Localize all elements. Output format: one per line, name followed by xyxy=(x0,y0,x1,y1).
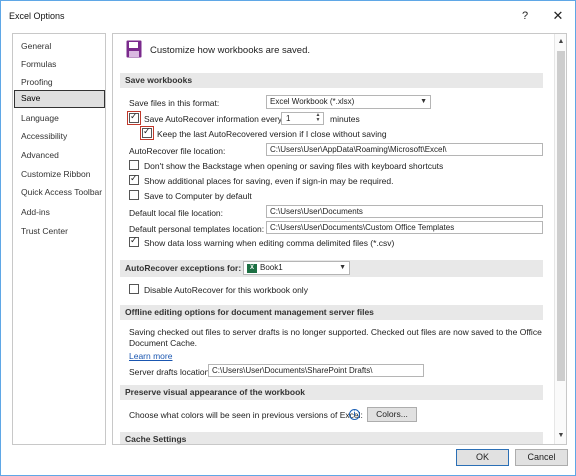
help-button[interactable]: ? xyxy=(515,7,535,25)
additional-places-checkbox[interactable]: ✓ xyxy=(129,173,139,185)
learn-more-link[interactable]: Learn more xyxy=(129,351,172,361)
title-bar: Excel Options ? ✕ xyxy=(1,1,575,31)
sidebar-item-save[interactable]: Save xyxy=(14,90,105,108)
sidebar-item-customize-ribbon[interactable]: Customize Ribbon xyxy=(13,165,105,183)
save-to-computer-checkbox[interactable] xyxy=(129,190,139,200)
keep-last-checkbox[interactable]: ✓ xyxy=(142,126,152,138)
autorecover-minutes-value: 1 xyxy=(286,114,291,123)
page-header: Customize how workbooks are saved. xyxy=(150,45,310,56)
backstage-label: Don't show the Backstage when opening or… xyxy=(144,161,444,171)
options-sidebar: General Formulas Proofing Save Language … xyxy=(12,33,106,445)
dialog-title: Excel Options xyxy=(9,11,65,21)
backstage-checkbox[interactable] xyxy=(129,160,139,170)
sidebar-item-general[interactable]: General xyxy=(13,37,105,55)
save-to-computer-label: Save to Computer by default xyxy=(144,191,252,201)
minutes-label: minutes xyxy=(330,114,360,124)
scrollbar-thumb[interactable] xyxy=(557,51,565,381)
section-offline-editing: Offline editing options for document man… xyxy=(120,305,543,320)
colors-button[interactable]: Colors... xyxy=(367,407,417,422)
spinner-arrows-icon[interactable]: ▲ ▼ xyxy=(314,113,322,124)
sidebar-item-proofing[interactable]: Proofing xyxy=(13,73,105,91)
checkmark-icon: ✓ xyxy=(130,173,138,183)
sidebar-item-accessibility[interactable]: Accessibility xyxy=(13,127,105,145)
checkmark-icon: ✓ xyxy=(130,235,138,245)
additional-places-label: Show additional places for saving, even … xyxy=(144,176,394,186)
autorecover-checkbox[interactable]: ✓ xyxy=(129,111,139,123)
colors-description-label: Choose what colors will be seen in previ… xyxy=(129,410,363,420)
scroll-down-arrow-icon[interactable]: ▼ xyxy=(556,431,566,441)
autorecover-minutes-spinner[interactable]: 1 ▲ ▼ xyxy=(281,112,324,125)
checkmark-icon: ✓ xyxy=(130,111,138,121)
workbook-select[interactable]: X Book1 ▼ xyxy=(243,261,350,275)
save-disk-icon xyxy=(126,40,142,58)
content-scrollbar[interactable]: ▲ ▼ xyxy=(554,34,566,444)
section-preserve-appearance: Preserve visual appearance of the workbo… xyxy=(120,385,543,400)
section-save-workbooks: Save workbooks xyxy=(120,73,543,88)
cancel-button[interactable]: Cancel xyxy=(515,449,568,466)
workbook-select-value: Book1 xyxy=(260,263,283,272)
sidebar-item-quick-access-toolbar[interactable]: Quick Access Toolbar xyxy=(13,183,105,201)
disable-autorecover-label: Disable AutoRecover for this workbook on… xyxy=(144,285,308,295)
personal-templates-label: Default personal templates location: xyxy=(129,224,265,234)
sidebar-item-trust-center[interactable]: Trust Center xyxy=(13,222,105,240)
section-cache-settings: Cache Settings xyxy=(120,432,543,444)
sidebar-item-language[interactable]: Language xyxy=(13,109,105,127)
data-loss-label: Show data loss warning when editing comm… xyxy=(144,238,395,248)
options-content: Customize how workbooks are saved. Save … xyxy=(112,33,567,445)
scroll-up-arrow-icon[interactable]: ▲ xyxy=(556,37,566,47)
sidebar-item-formulas[interactable]: Formulas xyxy=(13,55,105,73)
server-drafts-field[interactable]: C:\Users\User\Documents\SharePoint Draft… xyxy=(208,364,424,377)
save-format-value: Excel Workbook (*.xlsx) xyxy=(270,97,355,106)
keep-last-label: Keep the last AutoRecovered version if I… xyxy=(157,129,387,139)
disable-autorecover-checkbox[interactable] xyxy=(129,284,139,294)
data-loss-checkbox[interactable]: ✓ xyxy=(129,235,139,247)
chevron-down-icon: ▼ xyxy=(420,98,427,105)
close-button[interactable]: ✕ xyxy=(547,7,569,25)
default-local-label: Default local file location: xyxy=(129,208,224,218)
autorecover-label: Save AutoRecover information every xyxy=(144,114,282,124)
personal-templates-field[interactable]: C:\Users\User\Documents\Custom Office Te… xyxy=(266,221,543,234)
sidebar-item-advanced[interactable]: Advanced xyxy=(13,146,105,164)
excel-options-dialog: Excel Options ? ✕ General Formulas Proof… xyxy=(0,0,576,476)
checkmark-icon: ✓ xyxy=(143,126,151,136)
default-local-field[interactable]: C:\Users\User\Documents xyxy=(266,205,543,218)
offline-description-line1: Saving checked out files to server draft… xyxy=(129,327,542,337)
autorecover-location-label: AutoRecover file location: xyxy=(129,146,226,156)
chevron-down-icon: ▼ xyxy=(339,264,346,271)
save-format-select[interactable]: Excel Workbook (*.xlsx) ▼ xyxy=(266,95,431,109)
sidebar-item-add-ins[interactable]: Add-ins xyxy=(13,203,105,221)
server-drafts-label: Server drafts location: xyxy=(129,367,212,377)
info-icon[interactable]: i xyxy=(349,409,360,420)
autorecover-exceptions-label: AutoRecover exceptions for: xyxy=(125,263,242,273)
autorecover-location-field[interactable]: C:\Users\User\AppData\Roaming\Microsoft\… xyxy=(266,143,543,156)
ok-button[interactable]: OK xyxy=(456,449,509,466)
save-format-label: Save files in this format: xyxy=(129,98,220,108)
offline-description-line2: Document Cache. xyxy=(129,338,198,348)
excel-workbook-icon: X xyxy=(247,264,257,273)
